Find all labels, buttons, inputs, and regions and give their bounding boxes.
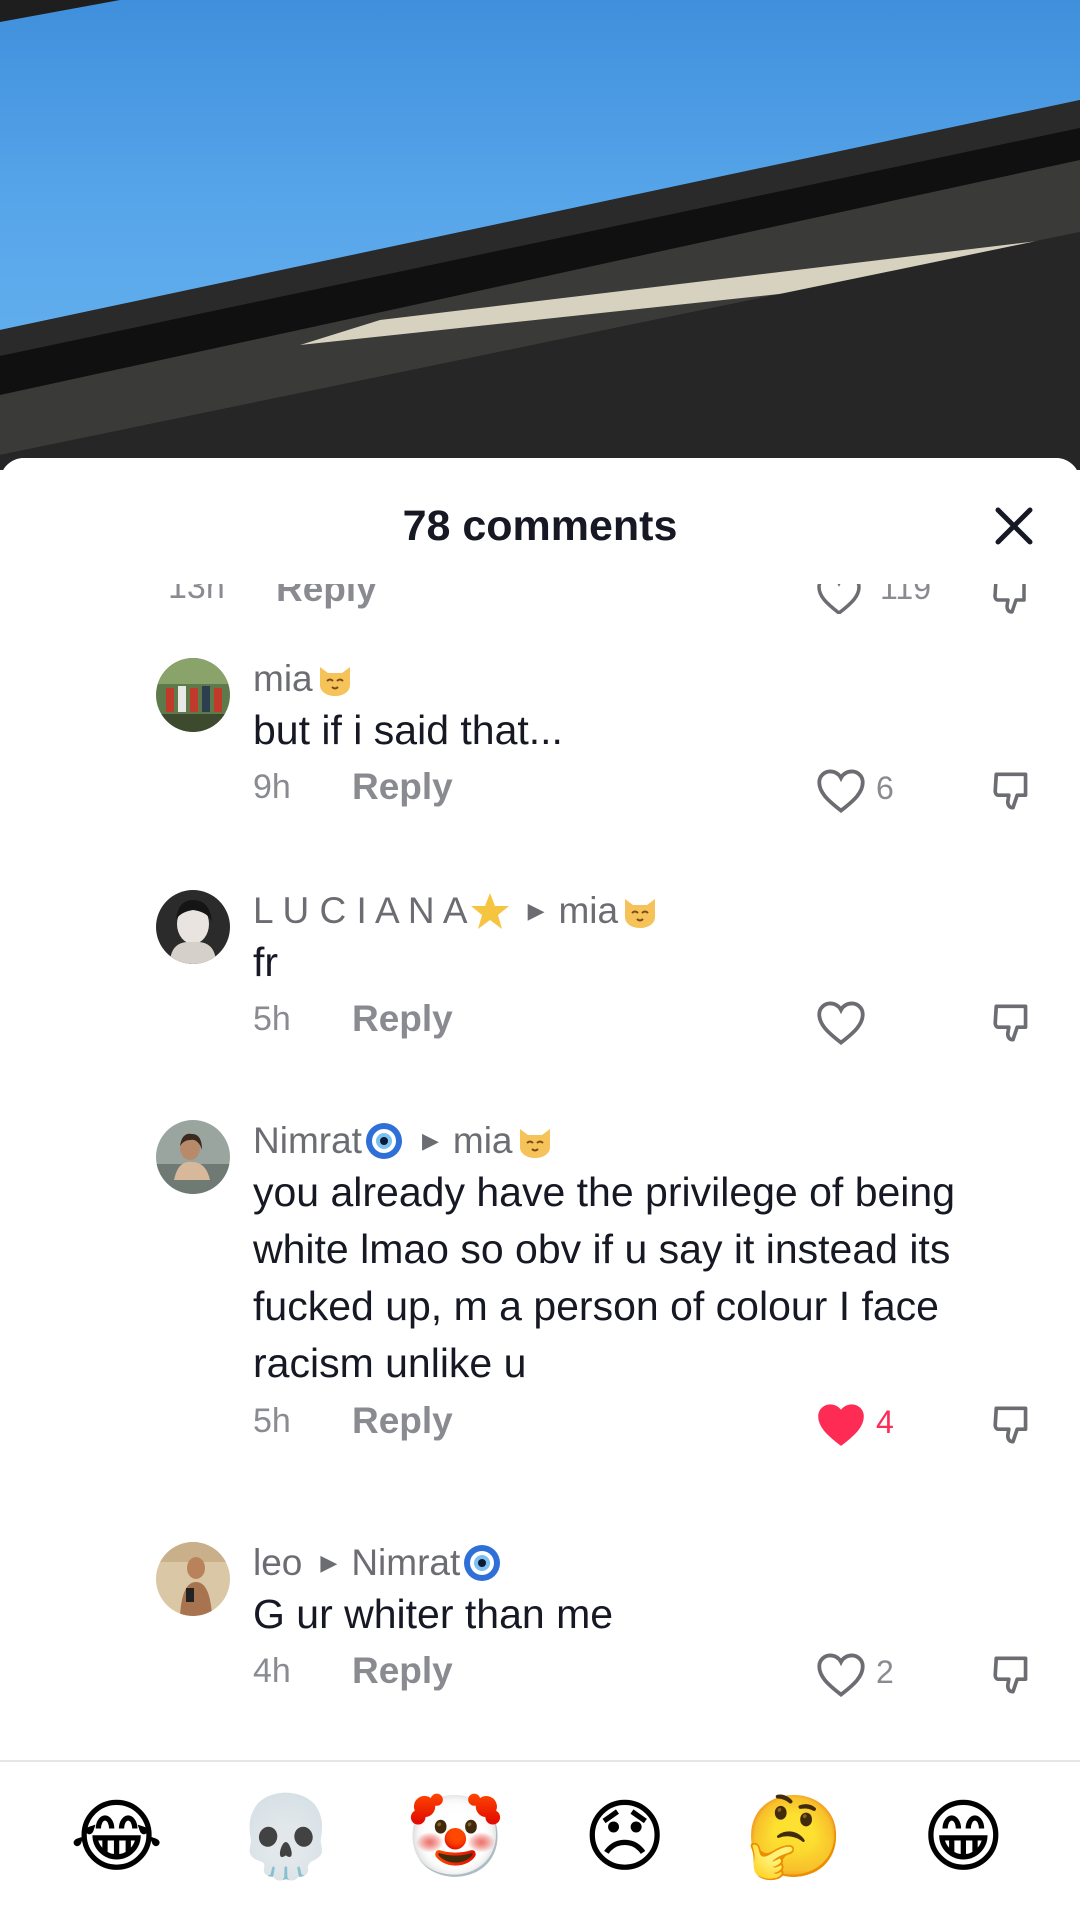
cat-face-icon xyxy=(625,899,656,928)
close-icon xyxy=(995,507,1033,545)
like-icon[interactable] xyxy=(816,768,866,814)
emoji-quick-bar: 😂 💀 🤡 😞 🤔 😁 xyxy=(0,1762,1080,1911)
nazar-amulet-icon xyxy=(464,1545,501,1581)
comment-text: but if i said that... xyxy=(253,707,563,753)
close-button[interactable] xyxy=(982,494,1046,558)
reply-to-username[interactable]: mia xyxy=(558,890,618,932)
cat-face-icon xyxy=(319,667,350,696)
comment-text: you already have the privilege of being … xyxy=(253,1169,956,1386)
avatar[interactable] xyxy=(156,890,230,964)
like-count: 4 xyxy=(876,1404,894,1440)
reply-to-username[interactable]: mia xyxy=(453,1120,513,1162)
reply-button[interactable]: Reply xyxy=(352,1650,453,1692)
cat-face-icon xyxy=(519,1129,550,1158)
dislike-icon[interactable] xyxy=(990,1402,1036,1448)
comments-sheet: 78 comments 13h Reply 119 mia but if i s… xyxy=(0,458,1080,1911)
liked-heart-icon[interactable] xyxy=(816,1402,866,1448)
reply-to-username[interactable]: Nimrat xyxy=(351,1542,460,1584)
comments-count-title: 78 comments xyxy=(402,501,678,550)
reply-button[interactable]: Reply xyxy=(352,1400,453,1442)
disappointed-emoji-button[interactable]: 😞 xyxy=(580,1791,670,1882)
comment-username[interactable]: L U C I A N A ▶ mia xyxy=(253,890,660,932)
star-icon xyxy=(470,893,509,929)
thinking-emoji-button[interactable]: 🤔 xyxy=(744,1791,844,1882)
comments-screen: 78 comments 13h Reply 119 mia but if i s… xyxy=(0,0,1080,1911)
comment-username[interactable]: leo ▶ Nimrat xyxy=(253,1542,502,1584)
comment-time: 9h xyxy=(253,768,291,806)
comment-time: 5h xyxy=(253,1000,291,1038)
car-window-frame xyxy=(0,0,1080,470)
comment-username[interactable]: mia xyxy=(253,658,355,700)
joy-emoji-button[interactable]: 😂 xyxy=(70,1791,163,1882)
reply-button[interactable]: Reply xyxy=(352,998,453,1040)
grin-emoji-button[interactable]: 😁 xyxy=(918,1791,1008,1882)
like-icon[interactable] xyxy=(816,1652,866,1698)
reply-arrow-icon: ▶ xyxy=(421,1128,439,1153)
comment-username[interactable]: Nimrat ▶ mia xyxy=(253,1120,555,1162)
reply-arrow-icon: ▶ xyxy=(320,1550,338,1575)
clown-emoji-button[interactable]: 🤡 xyxy=(406,1791,506,1882)
comment-text: G ur whiter than me xyxy=(253,1591,614,1637)
reply-button[interactable]: Reply xyxy=(352,766,453,808)
comment-time: 4h xyxy=(253,1652,291,1690)
comment-text: fr xyxy=(253,939,279,985)
sheet-header: 78 comments xyxy=(0,458,1080,584)
dislike-icon[interactable] xyxy=(990,1000,1036,1046)
dislike-icon[interactable] xyxy=(990,1652,1036,1698)
dislike-icon[interactable] xyxy=(990,768,1036,814)
skull-emoji-button[interactable]: 💀 xyxy=(236,1791,336,1882)
avatar[interactable] xyxy=(156,658,230,732)
like-icon[interactable] xyxy=(816,1000,866,1046)
reply-arrow-icon: ▶ xyxy=(527,898,545,923)
video-background[interactable] xyxy=(0,0,1080,470)
like-count: 2 xyxy=(876,1654,894,1690)
like-count: 6 xyxy=(876,770,894,806)
nazar-amulet-icon xyxy=(365,1123,402,1159)
comment-time: 5h xyxy=(253,1402,291,1440)
avatar[interactable] xyxy=(156,1542,230,1616)
avatar[interactable] xyxy=(156,1120,230,1194)
